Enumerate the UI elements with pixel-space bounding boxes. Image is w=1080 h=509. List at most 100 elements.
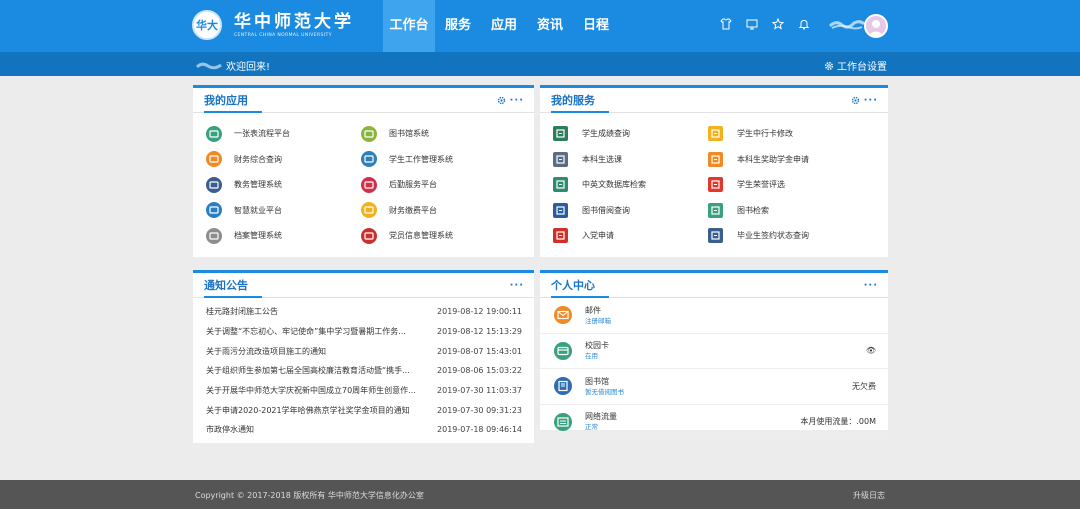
personal-item[interactable]: 图书馆 暂无借阅图书 无欠费 [540,369,888,405]
notice-time: 2019-08-07 15:43:01 [437,346,522,356]
notice-title[interactable]: 桂元路封闭施工公告 [206,306,421,317]
service-item[interactable]: 入党申请 [553,223,708,249]
settings-label: 工作台设置 [837,62,887,73]
service-item[interactable]: 图书借阅查询 [553,198,708,224]
nav-schedule[interactable]: 日程 [573,0,619,52]
app-item[interactable]: 学生工作管理系统 [361,147,516,173]
more-icon[interactable]: ··· [510,95,524,106]
nav-news[interactable]: 资讯 [527,0,573,52]
star-icon[interactable] [770,16,786,32]
app-item[interactable]: 后勤服务平台 [361,172,516,198]
notice-row[interactable]: 关于组织师生参加第七届全国高校廉洁教育活动暨“携手... 2019-08-06 1… [206,361,522,381]
service-item[interactable]: 毕业生签约状态查询 [708,223,868,249]
app-label: 学生工作管理系统 [389,154,453,164]
nav-workbench[interactable]: 工作台 [383,0,435,52]
notice-title[interactable]: 关于组织师生参加第七届全国高校廉洁教育活动暨“携手... [206,365,421,376]
network-icon [554,412,572,431]
app-icon [206,151,222,168]
app-item[interactable]: 教务管理系统 [206,172,361,198]
notice-row[interactable]: 关于申请2020-2021学年哈佛燕京学社奖学金项目的通知 2019-07-30 … [206,400,522,420]
service-item[interactable]: 本科生奖助学金申请 [708,147,868,173]
user-name-blurred[interactable] [828,17,866,31]
service-item[interactable]: 学生成绩查询 [553,121,708,147]
panel-title: 通知公告 [204,279,248,292]
app-item[interactable]: 图书馆系统 [361,121,516,147]
service-icon [708,151,723,167]
service-icon [708,202,723,218]
notice-row[interactable]: 关于开展华中师范大学庆祝新中国成立70周年师生创意作... 2019-07-30 … [206,381,522,401]
user-name-blurred-icon [196,62,222,69]
more-icon[interactable]: ··· [864,95,878,106]
app-label: 档案管理系统 [234,231,282,241]
service-label: 学生荣誉评选 [737,180,785,190]
app-item[interactable]: 智慧就业平台 [206,198,361,224]
service-item[interactable]: 学生荣誉评选 [708,172,868,198]
service-icon [553,228,568,244]
workbench-settings-button[interactable]: 工作台设置 [824,58,887,73]
changelog-link[interactable]: 升级日志 [853,490,885,501]
notice-title[interactable]: 关于申请2020-2021学年哈佛燕京学社奖学金项目的通知 [206,405,421,416]
top-navbar: 华大 华中师范大学 CENTRAL CHINA NORMAL UNIVERSIT… [0,0,1080,52]
personal-item-value[interactable]: 👁 [866,346,876,355]
personal-center-panel: 个人中心 ··· 邮件 注册邮箱 校园卡 在用 👁 图书馆 暂无借阅图书 无欠费 网络流量 正常本… [540,270,888,440]
service-item[interactable]: 图书检索 [708,198,868,224]
mail-icon [554,306,572,325]
shirt-icon[interactable] [718,16,734,32]
panel-title: 个人中心 [551,279,595,292]
nav-services[interactable]: 服务 [435,0,481,52]
service-label: 本科生奖助学金申请 [737,154,809,164]
notice-row[interactable]: 市政停水通知 2019-07-18 09:46:14 [206,420,522,440]
notice-title[interactable]: 关于雨污分流改造项目施工的通知 [206,346,421,357]
gear-icon [825,61,833,70]
app-icon [361,151,377,168]
bell-icon[interactable] [796,16,812,32]
main-nav: 工作台 服务 应用 资讯 日程 [383,0,619,52]
app-label: 后勤服务平台 [389,180,437,190]
personal-item[interactable]: 邮件 注册邮箱 [540,298,888,334]
app-item[interactable]: 档案管理系统 [206,223,361,249]
personal-item-status[interactable]: 暂无借阅图书 [585,387,852,397]
notice-time: 2019-08-12 15:13:29 [437,327,522,337]
app-item[interactable]: 财务综合查询 [206,147,361,173]
app-item[interactable]: 一张表流程平台 [206,121,361,147]
service-label: 图书检索 [737,205,769,215]
university-name-en: CENTRAL CHINA NORMAL UNIVERSITY [234,32,332,38]
notice-time: 2019-07-18 09:46:14 [437,425,522,435]
more-icon[interactable]: ··· [864,280,878,291]
app-icon [361,202,377,219]
personal-item-status[interactable]: 正常 [585,422,800,432]
service-label: 学生中行卡修改 [737,129,793,139]
notice-row[interactable]: 桂元路封闭施工公告 2019-08-12 19:00:11 [206,302,522,322]
notice-title[interactable]: 关于调整“不忘初心、牢记使命”集中学习暨暑期工作务... [206,326,421,337]
notice-time: 2019-08-12 19:00:11 [437,307,522,317]
personal-item-name: 校园卡 [585,341,609,351]
app-item[interactable]: 财务缴费平台 [361,198,516,224]
monitor-icon[interactable] [744,16,760,32]
app-icon [361,176,377,193]
user-avatar[interactable] [864,14,888,38]
personal-item-value: 无欠费 [852,381,876,391]
personal-item[interactable]: 网络流量 正常 本月使用流量：.00M [540,405,888,440]
app-label: 图书馆系统 [389,129,429,139]
service-item[interactable]: 本科生选课 [553,147,708,173]
notice-row[interactable]: 关于调整“不忘初心、牢记使命”集中学习暨暑期工作务... 2019-08-12 1… [206,322,522,342]
service-item[interactable]: 中英文数据库检索 [553,172,708,198]
personal-item[interactable]: 校园卡 在用 👁 [540,334,888,369]
gear-icon[interactable] [851,96,860,105]
service-icon [708,228,723,244]
university-logo[interactable]: 华大 华中师范大学 CENTRAL CHINA NORMAL UNIVERSIT… [192,10,354,40]
notice-title[interactable]: 关于开展华中师范大学庆祝新中国成立70周年师生创意作... [206,385,421,396]
notice-title[interactable]: 市政停水通知 [206,424,421,435]
panel-title: 我的应用 [204,94,248,107]
notice-row[interactable]: 关于雨污分流改造项目施工的通知 2019-08-07 15:43:01 [206,341,522,361]
service-item[interactable]: 学生中行卡修改 [708,121,868,147]
service-icon [708,126,723,142]
service-label: 中英文数据库检索 [582,180,646,190]
more-icon[interactable]: ··· [510,280,524,291]
app-item[interactable]: 党员信息管理系统 [361,223,516,249]
personal-item-status[interactable]: 注册邮箱 [585,316,876,326]
nav-apps[interactable]: 应用 [481,0,527,52]
personal-item-status[interactable]: 在用 [585,351,866,361]
gear-icon[interactable] [497,96,506,105]
app-icon [206,227,222,244]
